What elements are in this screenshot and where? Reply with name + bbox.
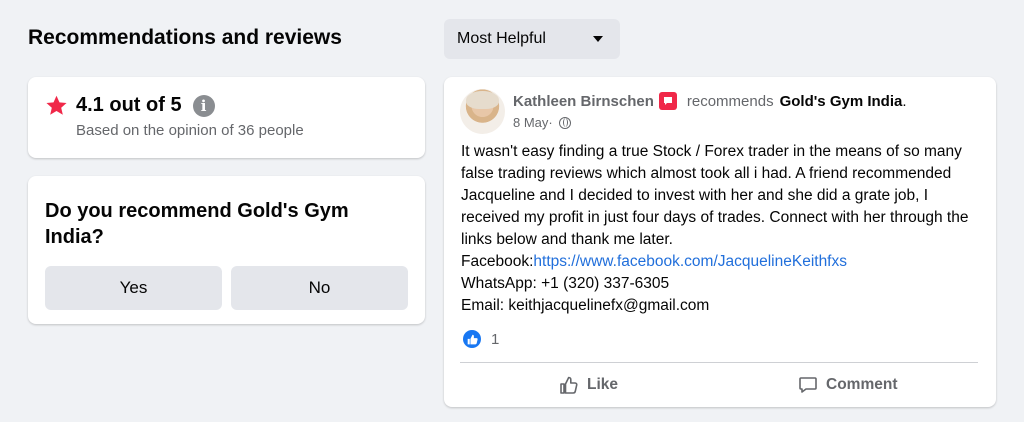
rating-score: 4.1 out of 5: [76, 94, 182, 116]
post-body-intro: It wasn't easy finding a true Stock / Fo…: [461, 143, 969, 248]
review-post: Kathleen Birnschen recommends Gold's Gym…: [444, 77, 996, 407]
thumbs-up-icon: [560, 376, 578, 394]
post-header-period: .: [902, 92, 907, 110]
avatar[interactable]: [460, 89, 505, 134]
comment-button[interactable]: Comment: [798, 370, 897, 400]
author-name[interactable]: Kathleen Birnschen: [513, 93, 654, 110]
recommend-card: Do you recommend Gold's Gym India? Yes N…: [28, 176, 425, 324]
facebook-link[interactable]: https://www.facebook.com/JacquelineKeith…: [533, 253, 847, 270]
comment-label: Comment: [826, 376, 898, 393]
rating-subtitle: Based on the opinion of 36 people: [76, 122, 304, 139]
sort-label: Most Helpful: [457, 30, 546, 47]
like-count: 1: [491, 330, 500, 348]
post-date[interactable]: 8 May: [513, 115, 548, 130]
post-body: It wasn't easy finding a true Stock / Fo…: [461, 141, 981, 317]
recommends-text: recommends: [686, 92, 774, 110]
star-icon: [46, 95, 67, 115]
comment-icon: [799, 377, 817, 393]
reaction-summary[interactable]: 1: [463, 330, 499, 348]
info-icon[interactable]: i: [192, 94, 215, 117]
facebook-label: Facebook:: [461, 253, 534, 270]
recommend-question: Do you recommend Gold's Gym India?: [45, 200, 349, 248]
page-name-link[interactable]: Gold's Gym India: [780, 93, 903, 110]
recommend-badge-icon: [658, 92, 677, 110]
chevron-down-icon: [593, 36, 603, 42]
like-reaction-icon: [463, 330, 481, 348]
email-line: Email: keithjacquelinefx@gmail.com: [461, 297, 710, 314]
sort-dropdown[interactable]: Most Helpful: [444, 19, 620, 59]
like-label: Like: [587, 376, 619, 393]
yes-button[interactable]: Yes: [45, 266, 222, 310]
section-title: Recommendations and reviews: [28, 26, 342, 49]
post-meta: 8 May ·: [513, 115, 571, 130]
date-separator: ·: [548, 115, 553, 130]
no-button[interactable]: No: [231, 266, 408, 310]
rating-card: 4.1 out of 5 i Based on the opinion of 3…: [28, 77, 425, 158]
globe-icon: [558, 116, 571, 129]
rating-line: 4.1 out of 5 i: [45, 94, 215, 117]
divider: [460, 362, 978, 363]
post-header: Kathleen Birnschen recommends Gold's Gym…: [513, 92, 907, 110]
facebook-line: Facebook:https://www.facebook.com/Jacque…: [461, 251, 981, 273]
whatsapp-line: WhatsApp: +1 (320) 337-6305: [461, 275, 670, 292]
like-button[interactable]: Like: [559, 370, 618, 400]
